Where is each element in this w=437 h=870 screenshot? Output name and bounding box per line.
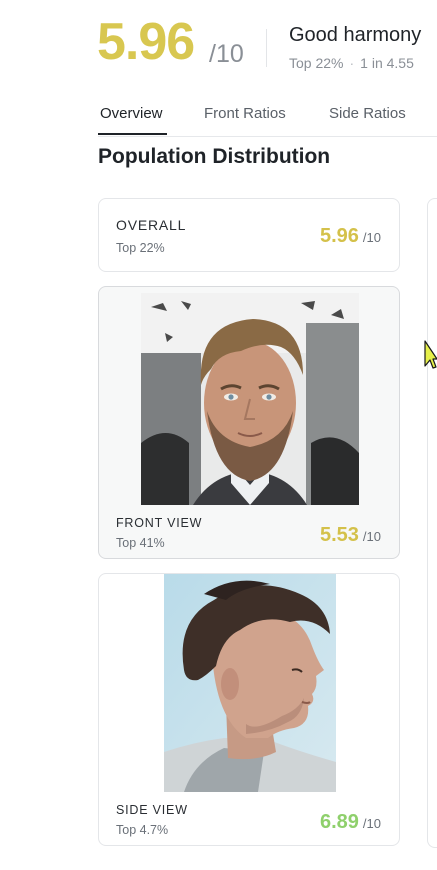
separator-dot: ·: [349, 55, 355, 71]
mouse-cursor-icon: [424, 340, 437, 375]
overall-score: 5.96: [97, 13, 195, 71]
overall-card-score-denominator: /10: [362, 230, 381, 245]
front-view-score: 5.53/10: [320, 524, 381, 547]
front-view-score-value: 5.53: [319, 524, 359, 546]
side-view-score: 6.89/10: [320, 811, 381, 834]
adjacent-card-edge: [427, 198, 437, 848]
tab-side-ratios[interactable]: Side Ratios: [329, 105, 406, 122]
active-tab-indicator: [98, 133, 167, 135]
section-title: Population Distribution: [98, 145, 331, 168]
score-denominator: /10: [209, 40, 244, 68]
front-view-top-percent: Top 41%: [116, 536, 165, 550]
harmony-title: Good harmony: [289, 24, 422, 46]
overall-card-score-value: 5.96: [319, 225, 359, 247]
front-view-score-denominator: /10: [362, 529, 381, 544]
header-divider: [266, 29, 267, 67]
harmony-rarity: 1 in 4.55: [360, 55, 414, 71]
tab-bar: Overview Front Ratios Side Ratios: [98, 100, 437, 137]
front-view-label: FRONT VIEW: [116, 516, 203, 530]
overall-label: OVERALL: [116, 217, 187, 233]
side-view-score-denominator: /10: [362, 816, 381, 831]
front-view-card[interactable]: FRONT VIEW Top 41% 5.53/10: [98, 286, 400, 559]
harmony-top-percent: Top 22%: [289, 55, 344, 71]
overall-top-percent: Top 22%: [116, 241, 165, 255]
tab-front-ratios[interactable]: Front Ratios: [204, 105, 286, 122]
tab-overview[interactable]: Overview: [100, 105, 163, 122]
side-view-label: SIDE VIEW: [116, 803, 188, 817]
overall-card[interactable]: OVERALL Top 22% 5.96/10: [98, 198, 400, 272]
overall-card-score: 5.96/10: [320, 225, 381, 248]
harmony-subtitle: Top 22% · 1 in 4.55: [289, 55, 414, 72]
front-face-photo: [141, 293, 359, 505]
side-view-top-percent: Top 4.7%: [116, 823, 169, 837]
side-view-score-value: 6.89: [319, 811, 359, 833]
score-header: 5.96 /10 Good harmony Top 22% · 1 in 4.55: [0, 0, 437, 90]
side-profile-photo: [164, 574, 336, 792]
side-view-card[interactable]: SIDE VIEW Top 4.7% 6.89/10: [98, 573, 400, 846]
